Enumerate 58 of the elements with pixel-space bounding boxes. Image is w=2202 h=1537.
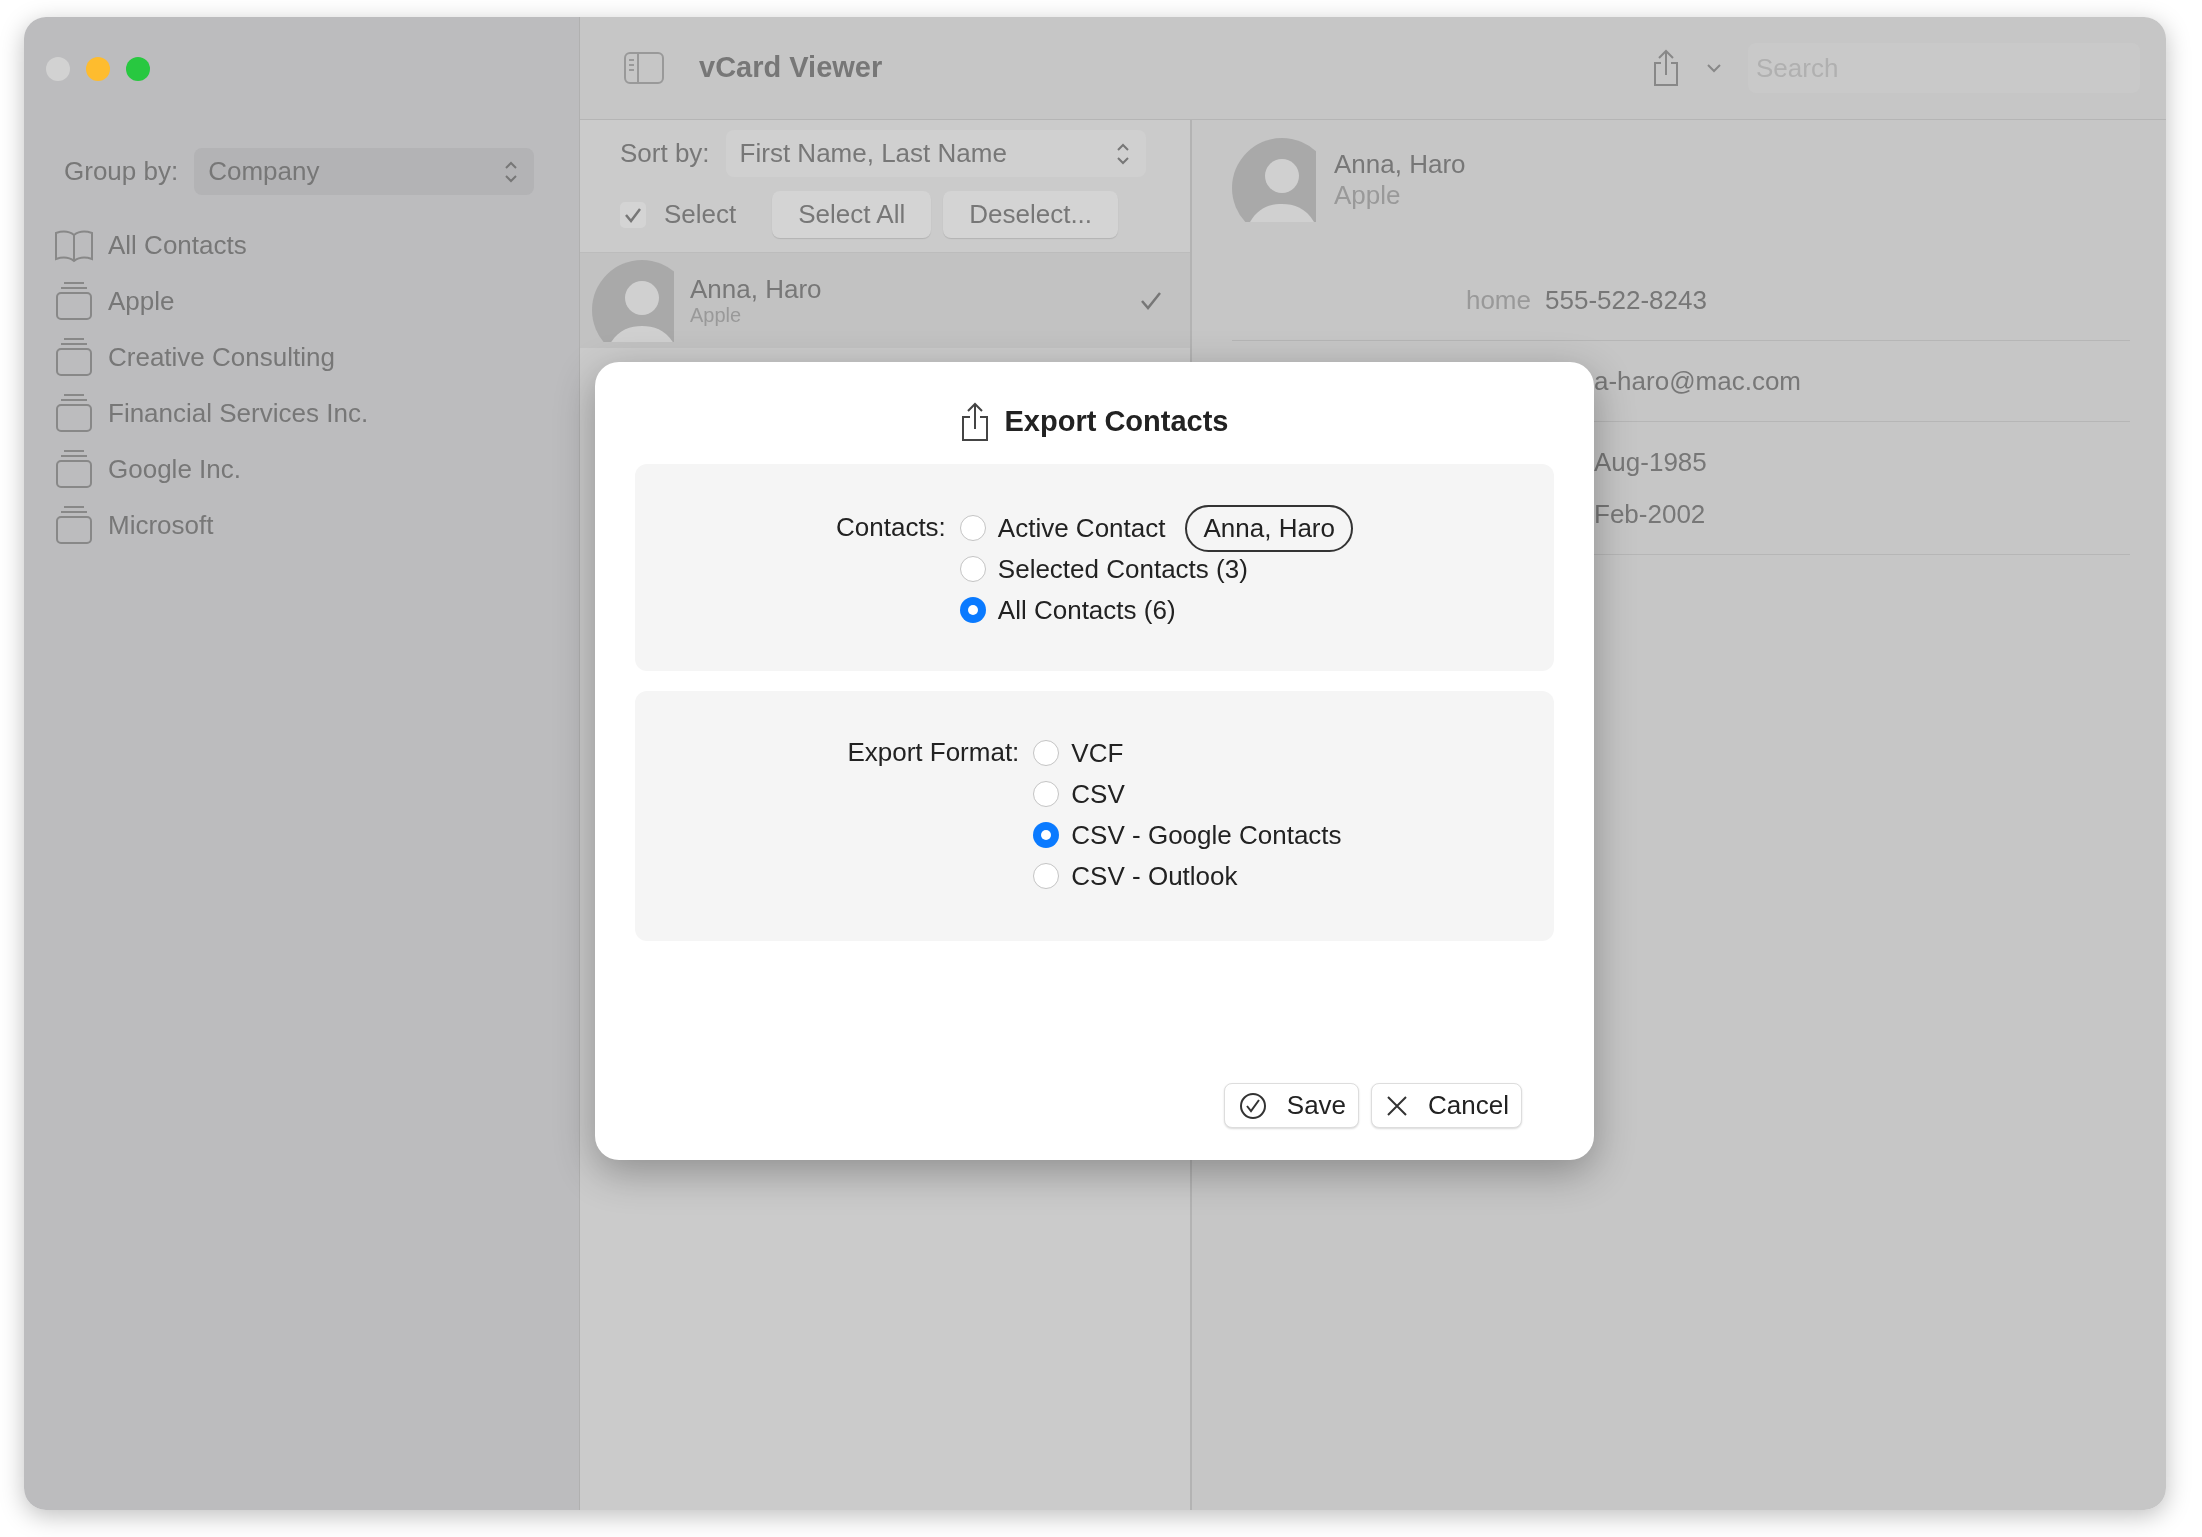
- sidebar-item[interactable]: Microsoft: [24, 497, 579, 553]
- contact-tag: Anna, Haro: [1185, 504, 1353, 552]
- sidebar-item[interactable]: All Contacts: [24, 217, 579, 273]
- window-title: vCard Viewer: [699, 50, 883, 86]
- section-label: Contacts:: [836, 511, 946, 544]
- contact-name: Anna, Haro: [690, 275, 823, 304]
- select-label: Select: [664, 198, 737, 231]
- stack-icon: [54, 393, 94, 433]
- sidebar-item[interactable]: Apple: [24, 273, 579, 329]
- share-icon: [1652, 49, 1680, 87]
- sidebar-item[interactable]: Google Inc.: [24, 441, 579, 497]
- sidebar-item[interactable]: Creative Consulting: [24, 329, 579, 385]
- option-label: CSV: [1071, 777, 1125, 811]
- list-button[interactable]: Select All: [772, 191, 932, 238]
- checkmark-icon: [624, 206, 642, 223]
- window-minimize-button[interactable]: [86, 56, 110, 81]
- group-by-popup[interactable]: Company: [194, 148, 535, 195]
- radio-button[interactable]: [959, 597, 986, 623]
- avatar-icon: [1232, 138, 1316, 222]
- radio-button[interactable]: [1033, 863, 1060, 889]
- sidebar-item[interactable]: Financial Services Inc.: [24, 385, 579, 441]
- radio-button[interactable]: [959, 556, 986, 582]
- share-icon: [960, 401, 989, 442]
- share-button[interactable]: [1652, 49, 1722, 87]
- option-label: Selected Contacts (3): [997, 552, 1248, 586]
- stack-icon: [54, 281, 94, 321]
- radio-button[interactable]: [959, 515, 986, 541]
- radio-button[interactable]: [1033, 822, 1060, 848]
- option-label: VCF: [1071, 736, 1124, 770]
- save-button[interactable]: Save: [1223, 1083, 1360, 1128]
- radio-button[interactable]: [1033, 781, 1060, 807]
- option-label: CSV - Google Contacts: [1071, 818, 1342, 852]
- check-circle-icon: [1238, 1091, 1267, 1120]
- stack-icon: [54, 505, 94, 545]
- option-label: Active Contact: [997, 511, 1166, 545]
- avatar-icon: [592, 259, 674, 342]
- list-button[interactable]: Deselect...: [943, 191, 1119, 238]
- close-icon: [1386, 1094, 1409, 1117]
- field-value: Aug-1985: [1594, 445, 1707, 479]
- group-by-label: Group by:: [64, 155, 179, 188]
- field-value: a-haro@mac.com: [1594, 364, 1801, 398]
- field-value: 555-522-8243: [1545, 283, 1707, 317]
- option-label: All Contacts (6): [997, 593, 1176, 627]
- dialog-title: Export Contacts: [1004, 404, 1229, 439]
- contact-name: Anna, Haro: [1334, 148, 1466, 180]
- section-label: Export Format:: [847, 736, 1020, 769]
- select-checkbox[interactable]: [620, 201, 646, 228]
- window-zoom-button[interactable]: [126, 56, 150, 81]
- sort-by-label: Sort by:: [620, 137, 710, 170]
- chevron-down-icon: [1706, 63, 1722, 73]
- option-label: CSV - Outlook: [1071, 859, 1238, 893]
- sidebar-toggle-icon[interactable]: [624, 52, 664, 84]
- sort-by-popup[interactable]: First Name, Last Name: [725, 130, 1146, 177]
- radio-button[interactable]: [1033, 740, 1060, 766]
- cancel-button[interactable]: Cancel: [1371, 1083, 1522, 1128]
- field-value: Feb-2002: [1594, 497, 1706, 531]
- stack-icon: [54, 449, 94, 489]
- stack-icon: [54, 337, 94, 377]
